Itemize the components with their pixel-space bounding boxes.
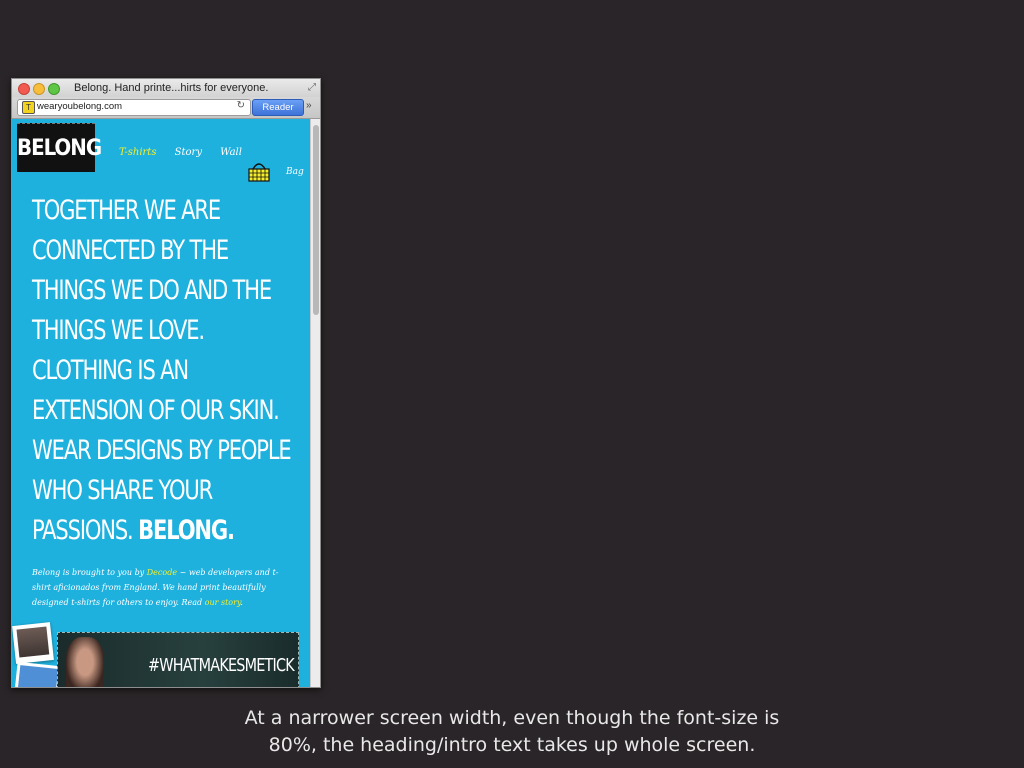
reader-button[interactable]: Reader xyxy=(252,99,304,116)
polaroid-photo[interactable] xyxy=(12,622,54,664)
photo-image xyxy=(18,665,59,687)
fullscreen-icon[interactable]: ⤢ xyxy=(308,82,316,93)
url-text[interactable]: wearyoubelong.com xyxy=(37,101,122,112)
hero-heading: Together we are connected by the things … xyxy=(32,191,292,551)
slide-caption: At a narrower screen width, even though … xyxy=(0,705,1024,759)
address-bar[interactable]: T wearyoubelong.com ↻ xyxy=(17,99,251,116)
intro-text-1: Belong is brought to you by xyxy=(32,568,147,577)
heading-line: Clothing is an xyxy=(32,355,189,386)
tshirt-favicon-icon: T xyxy=(22,101,35,114)
caption-line: At a narrower screen width, even though … xyxy=(244,707,780,729)
nav-item-tshirts[interactable]: T-shirts xyxy=(119,147,156,158)
heading-line-last: passions. Belong. xyxy=(32,511,246,551)
maximize-window-button[interactable] xyxy=(48,83,60,95)
heading-line: extension of our skin. xyxy=(32,395,280,426)
site-nav: T-shirts Story Wall xyxy=(119,147,257,158)
whatmakesmetick-banner[interactable]: #WHATMAKESMETICK xyxy=(57,632,299,687)
vertical-scrollbar[interactable] xyxy=(310,119,320,687)
nav-item-story[interactable]: Story xyxy=(175,147,202,158)
intro-paragraph: Belong is brought to you by Decode ~ web… xyxy=(32,565,297,610)
shopping-basket-icon[interactable] xyxy=(247,161,271,183)
scrollbar-thumb[interactable] xyxy=(313,125,319,315)
window-title: Belong. Hand printe...hirts for everyone… xyxy=(74,82,269,94)
site-logo[interactable]: BELONG xyxy=(17,123,102,172)
heading-line: things we love. xyxy=(32,315,205,346)
photo-strip: #WHATMAKESMETICK xyxy=(12,622,310,687)
close-window-button[interactable] xyxy=(18,83,30,95)
heading-line: who share your xyxy=(32,475,213,506)
heading-line: connected by the xyxy=(32,235,229,266)
overflow-chevron-icon[interactable]: » xyxy=(306,100,312,111)
browser-window: Belong. Hand printe...hirts for everyone… xyxy=(11,78,321,688)
photo-image xyxy=(16,626,50,658)
bag-link[interactable]: Bag xyxy=(286,167,304,177)
banner-hashtag: #WHATMAKESMETICK xyxy=(148,655,295,676)
browser-toolbar: T wearyoubelong.com ↻ Reader » xyxy=(12,97,320,119)
polaroid-photo[interactable] xyxy=(14,661,62,687)
heading-last-prefix: passions. xyxy=(32,515,139,546)
minimize-window-button[interactable] xyxy=(33,83,45,95)
heading-line: Wear designs by people xyxy=(32,435,292,466)
decode-link[interactable]: Decode xyxy=(147,568,177,577)
portrait-image xyxy=(66,637,104,687)
intro-text-3: . xyxy=(240,598,243,607)
heading-line: things we do and the xyxy=(32,275,272,306)
our-story-link[interactable]: our story xyxy=(205,598,241,607)
reload-icon[interactable]: ↻ xyxy=(237,100,245,111)
page-viewport: BELONG T-shirts Story Wall Bag Together … xyxy=(12,119,310,687)
caption-line: 80%, the heading/intro text takes up who… xyxy=(268,734,756,756)
nav-item-wall[interactable]: Wall xyxy=(220,147,242,158)
title-bar: Belong. Hand printe...hirts for everyone… xyxy=(12,79,320,97)
heading-line: Together we are xyxy=(32,195,221,226)
heading-belong-strong: Belong. xyxy=(138,515,235,546)
